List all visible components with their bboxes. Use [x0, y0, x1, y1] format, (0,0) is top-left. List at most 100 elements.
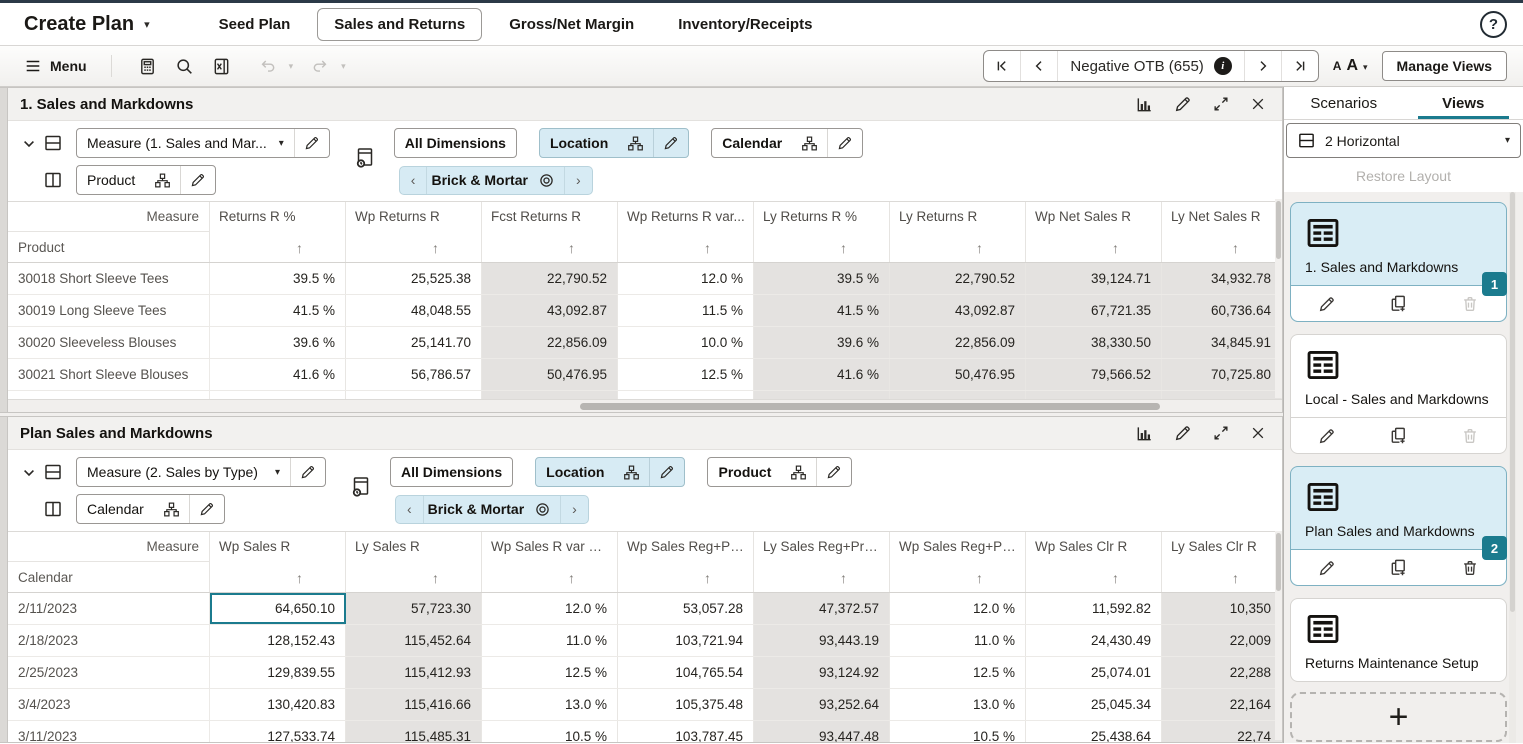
redo-options-caret-icon[interactable]: ▾	[341, 61, 346, 72]
maximize-icon[interactable]	[1212, 424, 1230, 442]
column-header[interactable]: Returns R % ↑	[210, 202, 346, 262]
grid-cell[interactable]: 93,252.64	[754, 689, 890, 720]
help-icon[interactable]: ?	[1480, 11, 1507, 38]
grid-cell[interactable]: 11.0 %	[890, 625, 1026, 656]
scrollbar-handle[interactable]	[580, 403, 1160, 410]
grid-cell[interactable]: 38,330.50	[1026, 327, 1162, 358]
column-header[interactable]: Wp Net Sales R ↑	[1026, 202, 1162, 262]
column-header[interactable]: Wp Returns R ↑	[346, 202, 482, 262]
grid-cell[interactable]: 115,416.66	[346, 689, 482, 720]
grid-cell[interactable]: 10.0 %	[618, 327, 754, 358]
grid-cell[interactable]: 34,932.78	[1162, 263, 1282, 294]
grid-cell[interactable]: 22,288	[1162, 657, 1282, 688]
target-icon[interactable]	[532, 501, 560, 518]
column-header[interactable]: Ly Returns R ↑	[890, 202, 1026, 262]
grid-cell[interactable]: 39,124.71	[1026, 263, 1162, 294]
layout-dropdown[interactable]: 2 Horizontal ▾	[1286, 123, 1521, 158]
column-header[interactable]: Wp Sales Reg+Pr... ↑	[618, 532, 754, 592]
hierarchy-icon[interactable]	[154, 501, 189, 518]
grid-cell[interactable]: 103,787.45	[618, 721, 754, 742]
grid-cell[interactable]: 22,790.52	[482, 263, 618, 294]
view-card-plan-sales-and-markdowns[interactable]: Plan Sales and Markdowns 2	[1290, 466, 1507, 586]
grid-cell[interactable]: 93,124.92	[754, 657, 890, 688]
grid-cell[interactable]: 25,074.01	[1026, 657, 1162, 688]
edit-location-pencil-icon[interactable]	[654, 135, 688, 151]
collapse-panel-chevron-icon[interactable]	[18, 136, 40, 152]
grid-cell[interactable]: 34,845.91	[1162, 327, 1282, 358]
view-card-local-sales-and-markdowns[interactable]: Local - Sales and Markdowns	[1290, 334, 1507, 454]
duplicate-icon[interactable]	[1389, 426, 1408, 445]
previous-slice-chevron-icon[interactable]: ‹	[396, 501, 423, 517]
hierarchy-icon[interactable]	[145, 172, 180, 189]
grid-cell[interactable]: 53,057.28	[618, 593, 754, 624]
hierarchy-icon[interactable]	[618, 135, 653, 152]
grid-cell[interactable]: 22,790.52	[890, 263, 1026, 294]
grid-cell[interactable]: 50,476.95	[890, 359, 1026, 390]
previous-slice-chevron-icon[interactable]: ‹	[400, 172, 427, 188]
font-size-dropdown[interactable]: AA ▾	[1333, 57, 1368, 75]
grid-cell[interactable]: 22,856.09	[890, 327, 1026, 358]
grid-cell[interactable]: 12.0 %	[482, 593, 618, 624]
first-alert-icon[interactable]	[984, 51, 1020, 81]
grid-cell[interactable]: 57,723.30	[346, 593, 482, 624]
edit-levels-pencil-icon[interactable]	[181, 172, 215, 188]
grid-cell[interactable]: 39.6 %	[210, 327, 346, 358]
sort-ascending-icon[interactable]: ↑	[432, 240, 439, 256]
grid-cell[interactable]: 14,837.69	[482, 391, 618, 399]
dimension-location-button[interactable]: Location	[535, 457, 686, 487]
sort-ascending-icon[interactable]: ↑	[568, 570, 575, 586]
sort-ascending-icon[interactable]: ↑	[1112, 570, 1119, 586]
selected-grid-cell[interactable]: 64,650.10	[210, 593, 346, 624]
grid-cell[interactable]: 36.7 %	[754, 391, 890, 399]
sort-ascending-icon[interactable]: ↑	[840, 570, 847, 586]
grid-cell[interactable]: 39.5 %	[754, 263, 890, 294]
sort-ascending-icon[interactable]: ↑	[840, 240, 847, 256]
grid-cell[interactable]: 12.5 %	[890, 657, 1026, 688]
grid-cell[interactable]: 16,469.84	[346, 391, 482, 399]
column-header[interactable]: Wp Returns R var... ↑	[618, 202, 754, 262]
grid-cell[interactable]: 48,048.55	[346, 295, 482, 326]
grid-cell[interactable]: 28,383.22	[1026, 391, 1162, 399]
grid-cell[interactable]: 10,350	[1162, 593, 1282, 624]
grid-cell[interactable]: 127,533.74	[210, 721, 346, 742]
next-alert-icon[interactable]	[1243, 51, 1281, 81]
grid-cell[interactable]: 41.5 %	[754, 295, 890, 326]
grid-cell[interactable]: 115,412.93	[346, 657, 482, 688]
chevron-down-icon[interactable]: ▾	[277, 138, 294, 149]
column-header[interactable]: Ly Sales Reg+Pro... ↑	[754, 532, 890, 592]
edit-pencil-icon[interactable]	[1318, 427, 1336, 445]
sort-ascending-icon[interactable]: ↑	[1232, 240, 1239, 256]
vertical-scrollbar[interactable]	[1275, 531, 1282, 740]
sort-ascending-icon[interactable]: ↑	[1112, 240, 1119, 256]
column-header[interactable]: Wp Sales R var Ly... ↑	[482, 532, 618, 592]
sort-ascending-icon[interactable]: ↑	[704, 570, 711, 586]
delete-trash-icon[interactable]	[1461, 427, 1479, 445]
column-header[interactable]: Ly Net Sales R ↑	[1162, 202, 1282, 262]
row-header[interactable]: 3/4/2023	[8, 689, 210, 720]
dimension-location-button[interactable]: Location	[538, 128, 690, 158]
manage-views-button[interactable]: Manage Views	[1381, 51, 1507, 81]
edit-calendar-pencil-icon[interactable]	[828, 135, 862, 151]
all-dimensions-button[interactable]: All Dimensions	[393, 128, 517, 158]
collapse-panel-chevron-icon[interactable]	[18, 465, 40, 481]
column-header[interactable]: Wp Sales Reg+Pr... ↑	[890, 532, 1026, 592]
sort-ascending-icon[interactable]: ↑	[296, 570, 303, 586]
grid-cell[interactable]: 12.5 %	[618, 359, 754, 390]
sort-ascending-icon[interactable]: ↑	[704, 240, 711, 256]
tab-inventory-receipts[interactable]: Inventory/Receipts	[661, 8, 829, 41]
measure-dropdown[interactable]: Measure (2. Sales by Type) ▾	[76, 457, 326, 487]
grid-cell[interactable]: 25,570.47	[1162, 391, 1282, 399]
sort-ascending-icon[interactable]: ↑	[976, 240, 983, 256]
grid-cell[interactable]: 11.5 %	[618, 295, 754, 326]
grid-cell[interactable]: 12.0 %	[618, 263, 754, 294]
grid-cell[interactable]: 39.6 %	[754, 327, 890, 358]
grid-cell[interactable]: 105,375.48	[618, 689, 754, 720]
tab-gross-net-margin[interactable]: Gross/Net Margin	[492, 8, 651, 41]
target-icon[interactable]	[536, 172, 564, 189]
grid-cell[interactable]: 25,525.38	[346, 263, 482, 294]
view-card-returns-maintenance-setup[interactable]: Returns Maintenance Setup	[1290, 598, 1507, 682]
info-icon[interactable]: i	[1213, 57, 1232, 75]
chart-icon[interactable]	[1135, 95, 1154, 114]
search-icon[interactable]	[173, 55, 196, 78]
close-icon[interactable]	[1250, 96, 1266, 112]
